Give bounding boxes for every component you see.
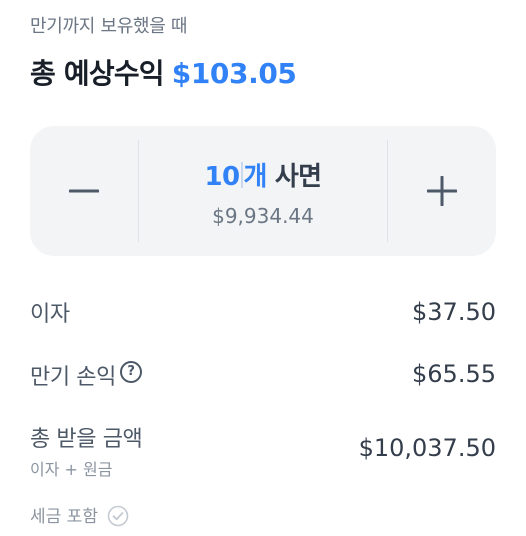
purchase-price: $9,934.44	[212, 204, 314, 228]
interest-label: 이자	[30, 302, 70, 327]
title-label: 총 예상수익	[30, 57, 165, 90]
quantity-input[interactable]: 10 개 사면	[139, 156, 387, 193]
total-received-value: $10,037.50	[358, 434, 496, 462]
total-expected-return: $103.05	[171, 57, 297, 90]
maturity-profit-text: 만기 손익	[30, 365, 116, 390]
help-icon[interactable]: ?	[119, 361, 142, 383]
total-received-label: 총 받을 금액	[30, 427, 143, 452]
quantity-display: 10 개 사면 $9,934.44	[139, 126, 387, 256]
increase-button[interactable]	[388, 126, 496, 256]
decrease-button[interactable]	[30, 126, 138, 256]
plus-icon	[427, 176, 457, 206]
quantity-suffix: 사면	[274, 162, 322, 192]
text-cursor	[240, 162, 243, 188]
quantity-value: 10	[204, 162, 241, 192]
page-title: 총 예상수익 $103.05	[30, 52, 297, 92]
interest-value: $37.50	[412, 298, 496, 326]
tax-included[interactable]: 세금 포함	[30, 502, 129, 527]
total-received-sublabel: 이자 + 원금	[30, 460, 113, 479]
quantity-unit: 개	[243, 162, 268, 192]
check-circle-icon	[108, 505, 129, 527]
minus-icon	[69, 189, 99, 193]
subtitle: 만기까지 보유했을 때	[30, 16, 188, 37]
maturity-profit-value: $65.55	[412, 360, 496, 388]
quantity-stepper: 10 개 사면 $9,934.44	[30, 126, 496, 256]
maturity-profit-label: 만기 손익?	[30, 359, 142, 391]
tax-included-label: 세금 포함	[30, 507, 98, 527]
